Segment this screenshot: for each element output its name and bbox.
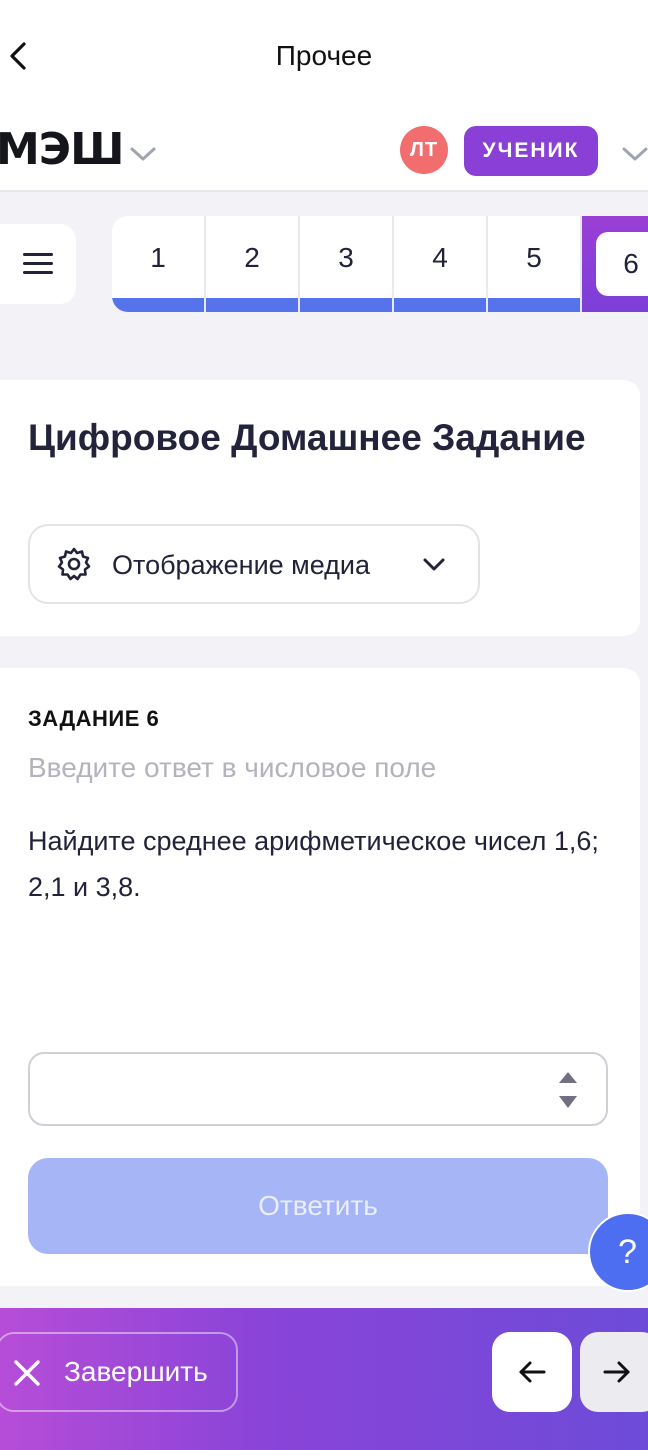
chevron-down-icon[interactable] [128, 142, 158, 166]
task-tab-6[interactable]: 6 [582, 216, 648, 312]
progress-bar [488, 298, 580, 312]
progress-bar [394, 298, 486, 312]
header-card: Цифровое Домашнее Задание Отображение ме… [0, 380, 640, 636]
number-stepper-icon[interactable] [556, 1068, 580, 1112]
task-tab-4[interactable]: 4 [394, 216, 488, 312]
role-badge[interactable]: УЧЕНИК [464, 126, 598, 176]
arrow-left-icon [519, 1361, 546, 1383]
task-hint: Введите ответ в числовое поле [28, 752, 437, 783]
submit-answer-button[interactable]: Ответить [28, 1158, 608, 1254]
chevron-down-icon [423, 558, 445, 571]
task-tab-label: 2 [244, 242, 260, 273]
chevron-down-icon[interactable] [620, 142, 648, 166]
task-tab-label: 4 [432, 242, 448, 273]
previous-task-button[interactable] [492, 1332, 572, 1412]
progress-bar [300, 298, 392, 312]
task-tab-label: 6 [596, 232, 648, 296]
progress-bar [112, 298, 204, 312]
avatar[interactable]: ЛТ [400, 126, 448, 174]
task-tab-label: 1 [150, 242, 166, 273]
app-header: МЭШ ЛТ УЧЕНИК [0, 112, 648, 192]
bottom-bar: Завершить [0, 1308, 648, 1450]
task-tab-1[interactable]: 1 [112, 216, 206, 312]
task-tab-3[interactable]: 3 [300, 216, 394, 312]
task-number-label: ЗАДАНИЕ 6 [28, 706, 160, 731]
finish-button[interactable]: Завершить [0, 1332, 238, 1412]
hamburger-icon [23, 253, 53, 274]
answer-number-input[interactable] [28, 1052, 608, 1126]
task-tab-5[interactable]: 5 [488, 216, 582, 312]
progress-bar [206, 298, 298, 312]
task-tab-2[interactable]: 2 [206, 216, 300, 312]
app-logo[interactable]: МЭШ [0, 124, 124, 175]
next-task-button[interactable] [580, 1332, 648, 1412]
gear-icon [57, 547, 91, 581]
media-display-label: Отображение медиа [112, 550, 371, 580]
task-navigator: 1 2 3 4 5 6 [112, 216, 648, 312]
task-tab-label: 3 [338, 242, 354, 273]
task-tab-label: 5 [526, 242, 542, 273]
card-title: Цифровое Домашнее Задание [28, 417, 586, 458]
finish-label: Завершить [64, 1356, 208, 1387]
top-bar: Прочее [0, 0, 648, 112]
media-display-dropdown[interactable]: Отображение медиа [28, 524, 480, 604]
task-question: Найдите среднее арифметическое чисел 1,6… [28, 826, 599, 902]
task-card: ЗАДАНИЕ 6 Введите ответ в числовое поле … [0, 668, 640, 1286]
menu-button[interactable] [0, 224, 76, 304]
arrow-right-icon [603, 1361, 630, 1383]
page-title: Прочее [275, 40, 373, 71]
close-icon [14, 1360, 40, 1386]
